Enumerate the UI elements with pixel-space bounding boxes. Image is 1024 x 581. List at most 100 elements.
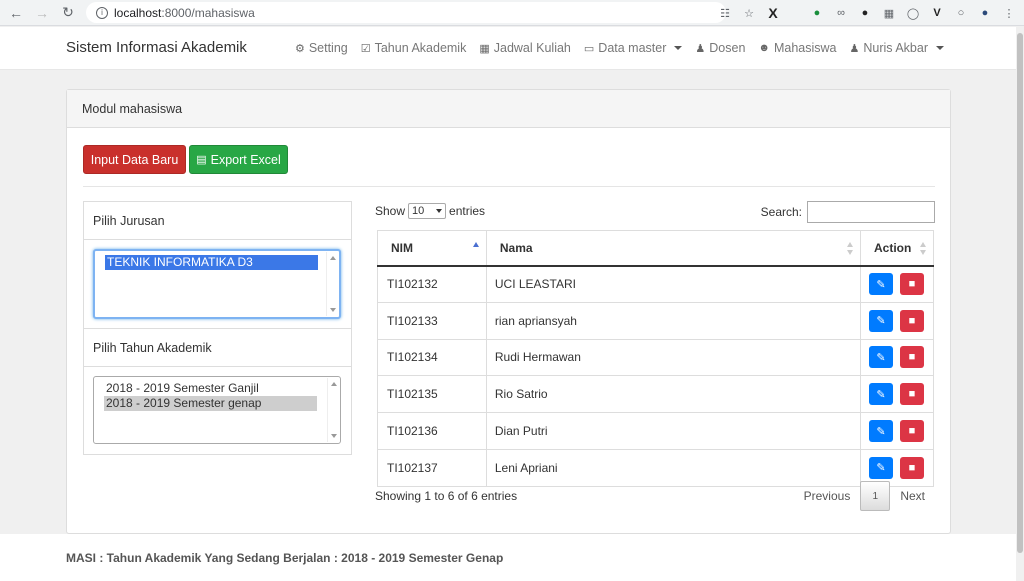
extension-link-icon[interactable]: ∞ [834, 6, 848, 20]
pencil-icon: ✎ [876, 315, 886, 328]
jurusan-option[interactable]: TEKNIK INFORMATIKA D3 [105, 255, 318, 270]
cell-action: ✎ ■ [859, 301, 935, 340]
extension-code-icon[interactable]: ▦ [882, 6, 896, 20]
edit-button[interactable]: ✎ [868, 346, 893, 369]
url-host: localhost [114, 5, 162, 20]
back-icon[interactable]: ← [6, 3, 26, 23]
jurusan-body: TEKNIK INFORMATIKA D3 [84, 240, 351, 329]
trash-icon: ■ [908, 314, 916, 327]
tahun-scrollbar[interactable] [327, 378, 339, 442]
delete-button[interactable]: ■ [899, 456, 924, 479]
column-header-nama[interactable]: Nama [485, 230, 861, 267]
search-label: Search: [760, 205, 802, 219]
nav-link-label: Setting [308, 41, 348, 55]
input-data-button[interactable]: Input Data Baru [83, 145, 186, 174]
table-row: TI102136 Dian Putri ✎ ■ [377, 412, 935, 450]
trash-icon: ■ [908, 388, 916, 401]
jurusan-select[interactable]: TEKNIK INFORMATIKA D3 [93, 249, 341, 319]
delete-button[interactable]: ■ [899, 273, 924, 296]
extension-lock-icon[interactable]: ◯ [906, 6, 920, 20]
extension-circle-icon[interactable]: ○ [954, 6, 968, 20]
trash-icon: ■ [908, 461, 916, 474]
cell-nama: UCI LEASTARI [485, 265, 861, 303]
cogs-icon: ⚙ [294, 42, 305, 55]
delete-button[interactable]: ■ [899, 420, 924, 443]
mahasiswa-table: NIM Nama Action TI102132 UCI LEASTARI ✎ ■ TI… [377, 230, 935, 487]
scrollbar-thumb[interactable] [1017, 33, 1023, 553]
entries-label: entries [449, 204, 486, 218]
previous-button[interactable]: Previous [794, 481, 861, 511]
info-icon[interactable]: i [96, 6, 108, 19]
trash-icon: ■ [908, 278, 916, 291]
nav-dosen[interactable]: ♟ Dosen [695, 41, 745, 55]
tahun-select[interactable]: 2018 - 2019 Semester Ganjil 2018 - 2019 … [93, 376, 341, 444]
pencil-icon: ✎ [876, 388, 886, 401]
cell-nim: TI102134 [377, 338, 487, 377]
nav-tahun-akademik[interactable]: ☑ Tahun Akademik [361, 41, 467, 55]
sort-icon [920, 242, 927, 255]
bookmark-star-icon[interactable]: ☆ [742, 6, 756, 20]
delete-button[interactable]: ■ [899, 346, 924, 369]
nav-mahasiswa[interactable]: ☻ Mahasiswa [758, 41, 836, 55]
cell-nama: rian apriansyah [485, 301, 861, 340]
top-navbar: Sistem Informasi Akademik ⚙ Setting ☑ Tahu… [0, 27, 1016, 70]
page-scrollbar[interactable] [1016, 27, 1024, 581]
next-button[interactable]: Next [890, 481, 935, 511]
user-cog-icon: ♟ [849, 42, 860, 55]
datatable: Show 10 entries Search: NIM Nama Action … [375, 200, 935, 520]
export-excel-button[interactable]: ▤ Export Excel [189, 145, 288, 174]
nav-jadwal-kuliah[interactable]: ▦ Jadwal Kuliah [479, 41, 571, 55]
extension-green-icon[interactable]: ● [810, 6, 824, 20]
page-button-current[interactable]: 1 [860, 481, 891, 511]
cell-nim: TI102136 [377, 412, 487, 450]
x-extension-icon[interactable]: X [766, 5, 780, 21]
input-data-label: Input Data Baru [90, 152, 179, 167]
address-bar[interactable]: i localhost:8000/mahasiswa [86, 2, 726, 23]
nav-links: ⚙ Setting ☑ Tahun Akademik ▦ Jadwal Kuliah … [295, 41, 944, 55]
sort-asc-icon [472, 242, 480, 255]
cell-action: ✎ ■ [859, 412, 935, 450]
edit-button[interactable]: ✎ [868, 309, 893, 332]
caret-down-icon [936, 46, 944, 50]
extension-dark-icon[interactable]: ● [858, 6, 872, 20]
translate-icon[interactable]: ☷ [718, 6, 732, 20]
jurusan-scrollbar[interactable] [326, 252, 338, 316]
reload-icon[interactable]: ↻ [58, 3, 78, 23]
scroll-down-icon[interactable] [331, 434, 337, 438]
edit-button[interactable]: ✎ [868, 273, 893, 296]
pencil-icon: ✎ [876, 425, 886, 438]
footer-status: MASI : Tahun Akademik Yang Sedang Berjal… [66, 551, 504, 565]
search-input[interactable] [807, 201, 935, 223]
entries-value: 10 [412, 205, 425, 217]
tahun-option[interactable]: 2018 - 2019 Semester Ganjil [104, 381, 317, 396]
export-excel-label: Export Excel [210, 152, 281, 167]
nav-data-master[interactable]: ▭ Data master [584, 41, 683, 55]
cell-nama: Dian Putri [485, 412, 861, 450]
scroll-up-icon[interactable] [330, 256, 336, 260]
edit-button[interactable]: ✎ [868, 383, 893, 406]
entries-select[interactable]: 10 [408, 203, 447, 219]
column-header-action[interactable]: Action [859, 230, 935, 267]
edit-button[interactable]: ✎ [868, 420, 893, 443]
nav-user-menu[interactable]: ♟ Nuris Akbar [850, 41, 944, 55]
edit-button[interactable]: ✎ [868, 456, 893, 479]
delete-button[interactable]: ■ [899, 309, 924, 332]
nav-link-label: Mahasiswa [773, 41, 837, 55]
delete-button[interactable]: ■ [899, 383, 924, 406]
app-brand[interactable]: Sistem Informasi Akademik [66, 39, 247, 56]
tahun-label: Pilih Tahun Akademik [84, 329, 351, 367]
scroll-down-icon[interactable] [330, 308, 336, 312]
nav-setting[interactable]: ⚙ Setting [295, 41, 348, 55]
monitor-icon: ▭ [583, 42, 595, 55]
column-label: Action [873, 240, 912, 255]
extension-v-icon[interactable]: V [930, 6, 944, 20]
browser-menu-icon[interactable]: ⋮ [1002, 6, 1016, 20]
tahun-option[interactable]: 2018 - 2019 Semester genap [104, 396, 317, 411]
column-header-nim[interactable]: NIM [377, 230, 487, 267]
profile-avatar[interactable]: ● [978, 6, 992, 20]
nav-link-label: Dosen [709, 41, 746, 55]
column-label: NIM [391, 240, 413, 255]
forward-icon[interactable]: → [32, 3, 52, 23]
scroll-up-icon[interactable] [331, 382, 337, 386]
users-icon: ☻ [758, 42, 770, 54]
